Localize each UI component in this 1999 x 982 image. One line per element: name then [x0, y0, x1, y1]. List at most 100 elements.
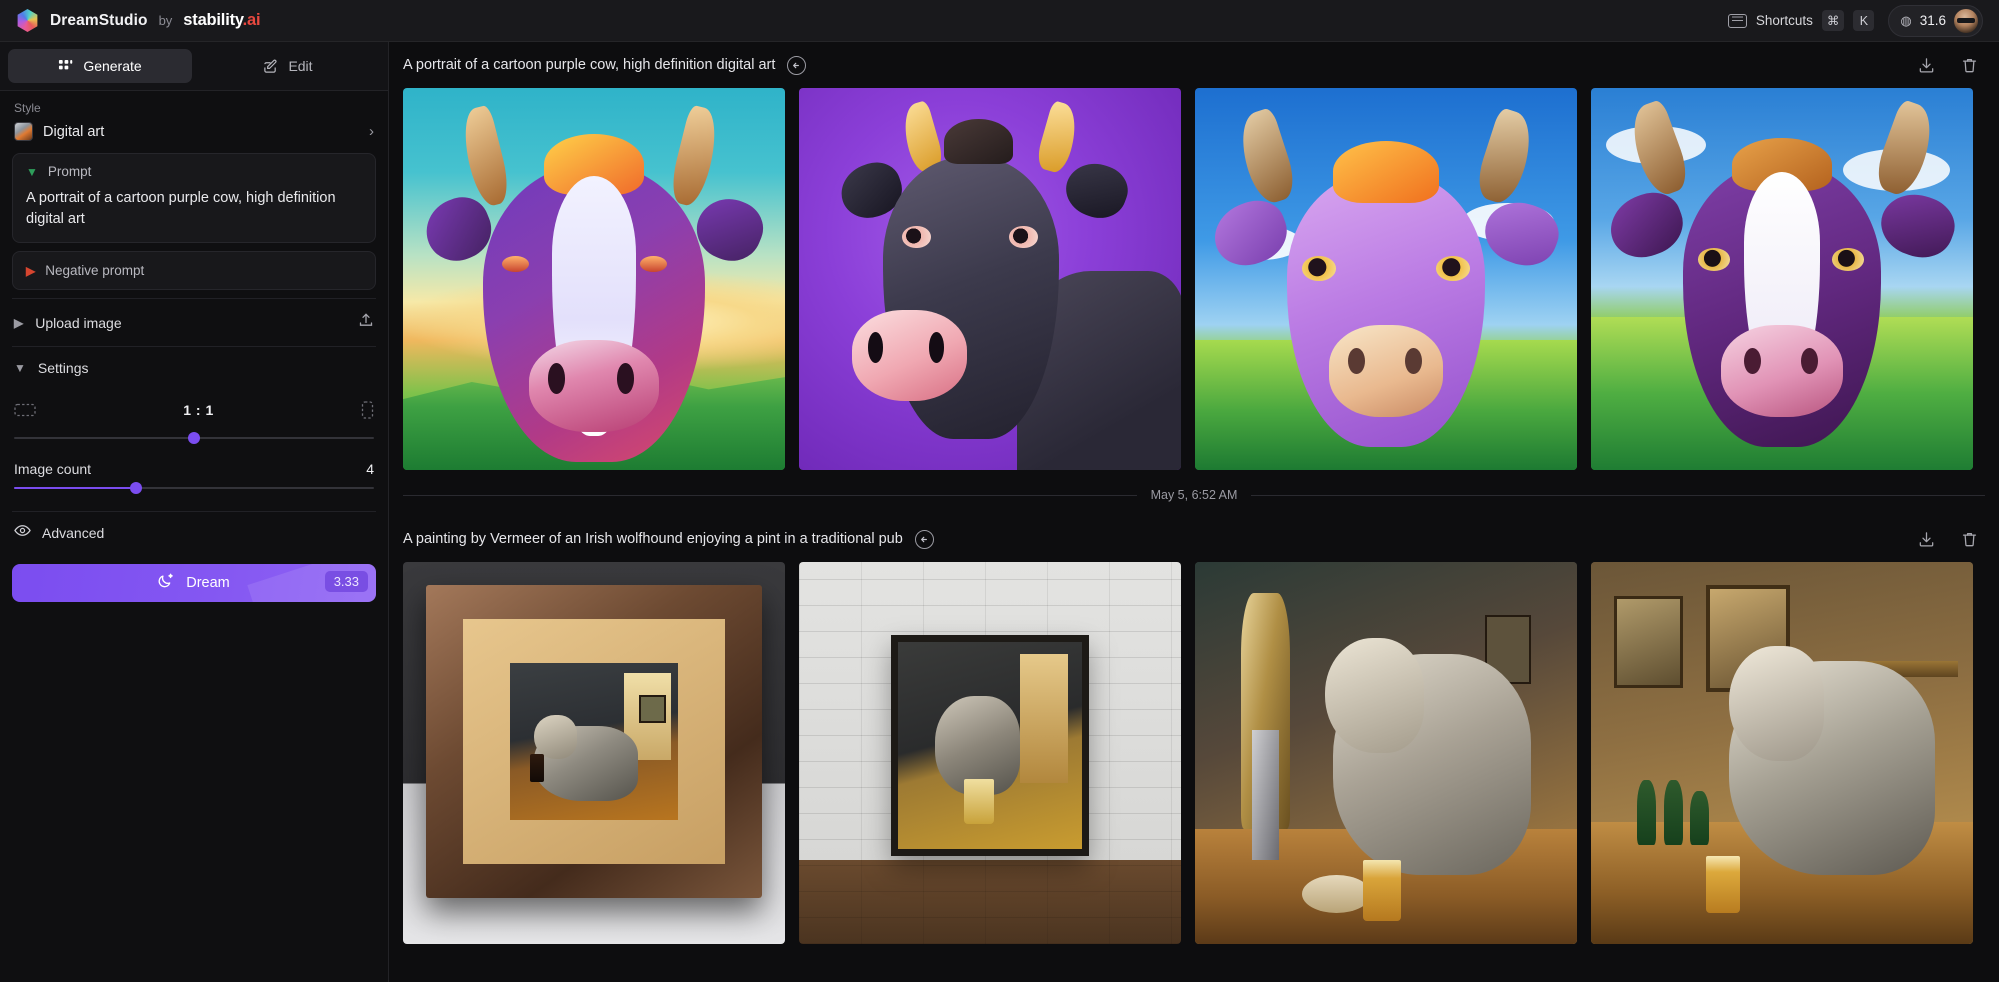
- upload-image-row[interactable]: ▶ Upload image: [12, 298, 376, 346]
- slider-thumb[interactable]: [130, 482, 143, 495]
- chevron-down-icon: ▼: [26, 164, 38, 179]
- tab-edit[interactable]: Edit: [196, 49, 380, 83]
- keyboard-icon: [1727, 13, 1747, 28]
- landscape-icon[interactable]: [14, 402, 36, 418]
- date-divider: May 5, 6:52 AM: [389, 488, 1999, 502]
- image-count-slider[interactable]: [14, 479, 374, 497]
- divider-line-right: [1251, 494, 1986, 496]
- avatar[interactable]: [1954, 8, 1978, 33]
- bottle-one: [1636, 779, 1656, 845]
- trash-icon[interactable]: [1960, 56, 1979, 75]
- generation-actions: [1917, 530, 1979, 549]
- portrait-icon[interactable]: [361, 401, 374, 419]
- pencil-square-icon: [263, 59, 278, 74]
- upload-icon[interactable]: [358, 312, 374, 333]
- nostril-right: [616, 363, 635, 394]
- download-icon[interactable]: [1917, 56, 1936, 75]
- beer-pint: [1363, 859, 1402, 922]
- image-count-value: 4: [366, 461, 374, 478]
- brand-company: stability.ai: [183, 11, 261, 29]
- shortcuts-label: Shortcuts: [1755, 13, 1813, 28]
- negative-prompt-header[interactable]: ▶ Negative prompt: [26, 263, 362, 278]
- credits-value: 31.6: [1919, 13, 1946, 28]
- eye-left: [1301, 256, 1337, 281]
- slider-thumb[interactable]: [188, 432, 200, 445]
- nostril-right: [928, 332, 945, 364]
- negative-prompt-card[interactable]: ▶ Negative prompt: [12, 251, 376, 291]
- horn-right: [1472, 106, 1541, 207]
- horn-right: [1034, 100, 1083, 175]
- interior-door: [1019, 654, 1068, 783]
- aspect-ratio-slider[interactable]: [14, 429, 374, 447]
- horn-left: [456, 104, 514, 210]
- generated-image-cow-sunset-field[interactable]: [403, 88, 785, 470]
- coins-icon: ◍: [1900, 12, 1912, 28]
- aspect-ratio-row: 1 : 1: [14, 393, 374, 427]
- beer-glass: [964, 778, 994, 825]
- main-content: A portrait of a cartoon purple cow, high…: [389, 42, 1999, 982]
- generated-image-wolfhound-poster-brick-wall[interactable]: [799, 562, 1181, 944]
- bottle-three: [1690, 791, 1710, 845]
- poster-art: [897, 641, 1083, 850]
- tab-generate[interactable]: Generate: [8, 49, 192, 83]
- dreamstudio-logo-icon: [17, 9, 38, 32]
- upload-image-label: Upload image: [35, 314, 122, 331]
- beer-glass: [530, 754, 544, 783]
- tab-generate-label: Generate: [83, 58, 142, 74]
- wall-painting-left: [1613, 596, 1683, 689]
- kbd-k: K: [1853, 10, 1875, 31]
- eye-left: [902, 225, 931, 249]
- image-grid: [389, 88, 1999, 470]
- generated-image-cow-blue-sky-meadow[interactable]: [1195, 88, 1577, 470]
- dream-label: Dream: [186, 575, 230, 592]
- divider-line-left: [403, 494, 1137, 496]
- circle-arrow-left-icon[interactable]: [787, 55, 807, 75]
- picture-frame: [890, 634, 1090, 857]
- dream-wrap: Dream 3.33: [0, 554, 388, 612]
- credits-badge[interactable]: ◍ 31.6: [1888, 4, 1983, 37]
- shortcuts-button[interactable]: Shortcuts ⌘ K: [1727, 10, 1875, 31]
- generated-image-cow-rolling-hills[interactable]: [1591, 88, 1973, 470]
- tab-edit-label: Edit: [288, 58, 313, 74]
- brand[interactable]: DreamStudio by stability.ai: [16, 9, 261, 32]
- prompt-title: Prompt: [47, 164, 92, 179]
- image-grid: [389, 562, 1999, 944]
- horn-left: [1231, 106, 1300, 207]
- settings-row[interactable]: ▼ Settings: [12, 346, 376, 389]
- trash-icon[interactable]: [1960, 530, 1979, 549]
- generation-prompt: A portrait of a cartoon purple cow, high…: [403, 57, 776, 73]
- frame-mat: [462, 619, 726, 864]
- brand-name: DreamStudio: [50, 11, 148, 29]
- moon-stars-icon: [158, 572, 175, 594]
- date-divider-label: May 5, 6:52 AM: [1150, 488, 1238, 502]
- generated-image-wolfhound-framed-painting[interactable]: [403, 562, 785, 944]
- generated-image-wolfhound-pub-tap[interactable]: [1195, 562, 1577, 944]
- beer-tap-secondary: [1252, 730, 1280, 860]
- horn-right: [666, 104, 724, 210]
- prompt-input[interactable]: A portrait of a cartoon purple cow, high…: [26, 188, 362, 229]
- prompt-card[interactable]: ▼ Prompt A portrait of a cartoon purple …: [12, 153, 376, 244]
- settings-label: Settings: [37, 360, 89, 377]
- eye-icon: [14, 524, 31, 542]
- eye-right: [639, 256, 667, 273]
- dream-button[interactable]: Dream 3.33: [12, 564, 376, 603]
- eye-right: [1435, 256, 1471, 281]
- cow-tuft: [944, 118, 1013, 165]
- bottle-two: [1663, 779, 1683, 845]
- generation-header: A portrait of a cartoon purple cow, high…: [389, 42, 1999, 88]
- download-icon[interactable]: [1917, 530, 1936, 549]
- style-selector[interactable]: Digital art ›: [0, 118, 388, 153]
- style-value: Digital art: [43, 123, 105, 140]
- aspect-ratio-value: 1 : 1: [183, 402, 214, 419]
- cow-muzzle: [1328, 324, 1444, 417]
- top-bar-right: Shortcuts ⌘ K ◍ 31.6: [1727, 4, 1983, 37]
- nostril-left: [867, 332, 884, 364]
- slider-fill: [14, 487, 137, 490]
- ear-right: [1873, 184, 1963, 267]
- generated-image-cow-purple-background[interactable]: [799, 88, 1181, 470]
- top-bar: DreamStudio by stability.ai Shortcuts ⌘ …: [0, 0, 1999, 42]
- generated-image-wolfhound-pub-interior[interactable]: [1591, 562, 1973, 944]
- prompt-header[interactable]: ▼ Prompt: [26, 164, 362, 179]
- circle-arrow-left-icon[interactable]: [914, 529, 934, 549]
- advanced-row[interactable]: Advanced: [12, 511, 376, 554]
